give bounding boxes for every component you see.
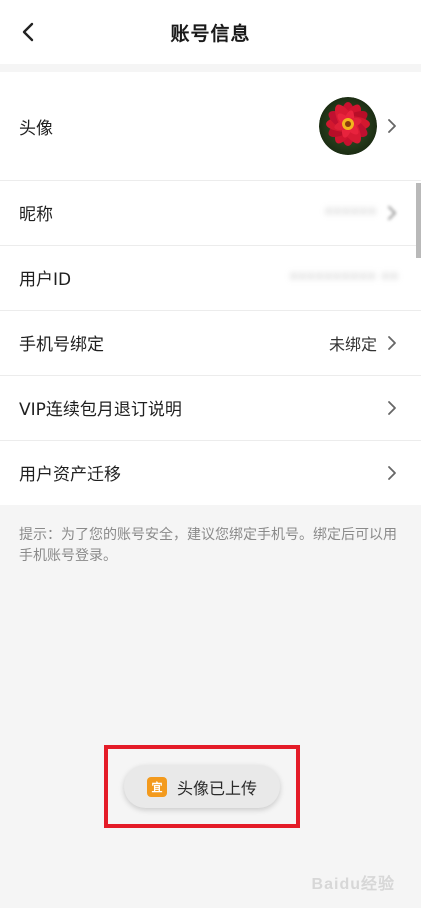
row-right — [387, 400, 399, 416]
account-info-list: 头像 昵称 •••••• 用户ID •••••••••• •• 手机号绑定 未绑… — [0, 72, 421, 505]
vip-unsubscribe-row[interactable]: VIP连续包月退订说明 — [0, 375, 421, 440]
header-bar: 账号信息 — [0, 0, 421, 64]
row-right — [387, 465, 399, 481]
chevron-right-icon — [387, 205, 399, 221]
watermark: Baidu经验 — [311, 876, 395, 893]
row-right: •••••••••• •• — [290, 270, 399, 285]
row-label: 手机号绑定 — [19, 335, 104, 355]
row-label: 用户资产迁移 — [19, 465, 121, 485]
app-logo-char: 宜 — [151, 780, 163, 794]
avatar-row[interactable]: 头像 — [0, 72, 421, 180]
back-button[interactable] — [14, 18, 42, 46]
row-right: 未绑定 — [329, 331, 399, 355]
toast: 宜 头像已上传 — [124, 765, 280, 808]
user-id-value: •••••••••• •• — [289, 270, 399, 285]
phone-binding-row[interactable]: 手机号绑定 未绑定 — [0, 310, 421, 375]
row-label: VIP连续包月退订说明 — [19, 400, 182, 420]
scrollbar[interactable] — [416, 183, 421, 258]
toast-highlight-box: 宜 头像已上传 — [104, 745, 300, 828]
row-label: 昵称 — [19, 205, 53, 225]
row-right — [319, 97, 399, 155]
chevron-right-icon — [387, 335, 399, 351]
row-right: •••••• — [325, 205, 399, 221]
app-logo-icon: 宜 — [146, 776, 167, 797]
row-label: 头像 — [19, 118, 53, 139]
chevron-right-icon — [387, 400, 399, 416]
row-label: 用户ID — [19, 270, 72, 290]
chevron-left-icon — [22, 22, 34, 42]
security-tip: 提示：为了您的账号安全，建议您绑定手机号。绑定后可以用手机账号登录。 — [19, 527, 397, 564]
avatar[interactable] — [319, 97, 377, 155]
page-title: 账号信息 — [170, 22, 251, 45]
chevron-right-icon — [387, 465, 399, 481]
user-id-row[interactable]: 用户ID •••••••••• •• — [0, 245, 421, 310]
asset-migration-row[interactable]: 用户资产迁移 — [0, 440, 421, 505]
nickname-row[interactable]: 昵称 •••••• — [0, 180, 421, 245]
chevron-right-icon — [387, 118, 399, 134]
toast-message: 头像已上传 — [176, 778, 257, 798]
nickname-value: •••••• — [324, 205, 377, 220]
phone-binding-status: 未绑定 — [328, 334, 377, 354]
